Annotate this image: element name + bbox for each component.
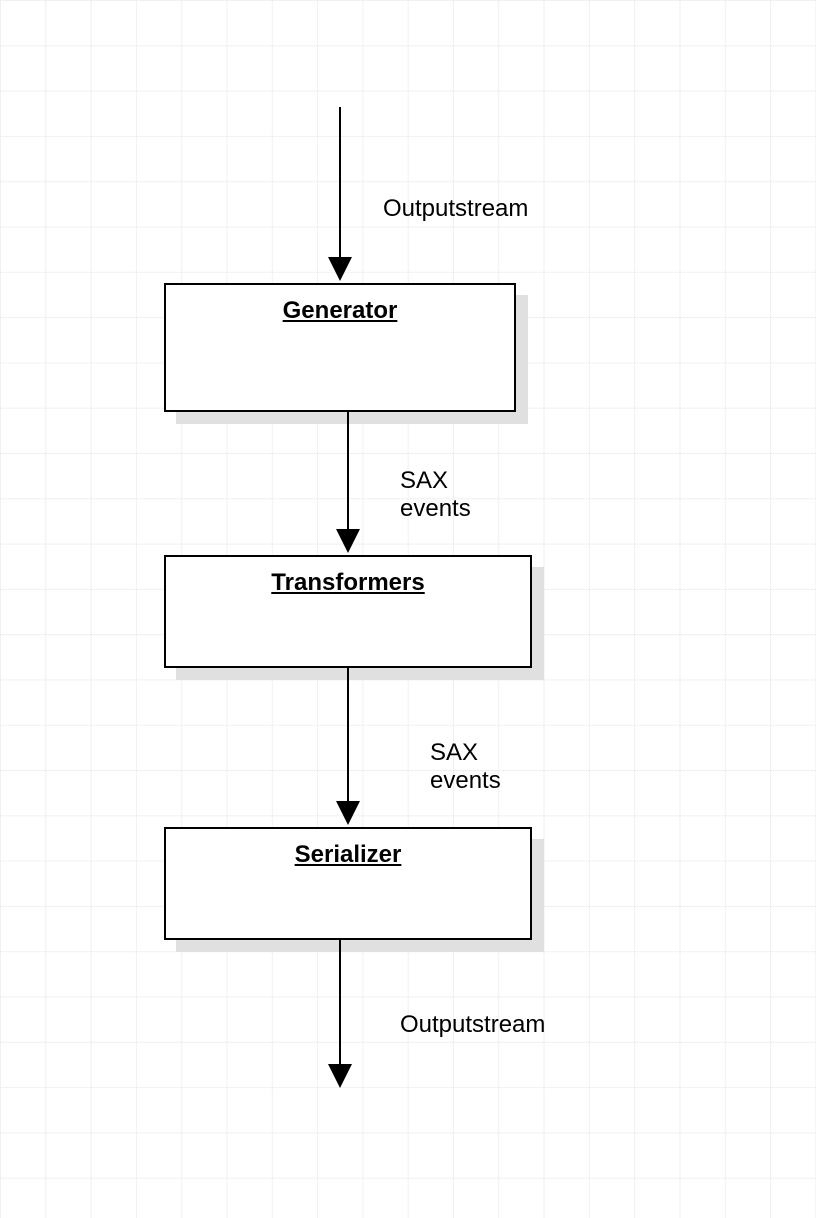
edge-label-trans-ser: SAX events (430, 739, 501, 794)
node-serializer: Serializer (164, 827, 532, 940)
edge-label-in: Outputstream (383, 195, 528, 223)
node-title-serializer: Serializer (166, 841, 530, 869)
edge-label-out: Outputstream (400, 1011, 545, 1039)
node-title-generator: Generator (166, 297, 514, 325)
node-title-transformers: Transformers (166, 569, 530, 597)
diagram-canvas: Generator Transformers Serializer Output… (0, 0, 816, 1218)
edge-label-gen-trans: SAX events (400, 467, 471, 522)
node-generator: Generator (164, 283, 516, 412)
node-transformers: Transformers (164, 555, 532, 668)
